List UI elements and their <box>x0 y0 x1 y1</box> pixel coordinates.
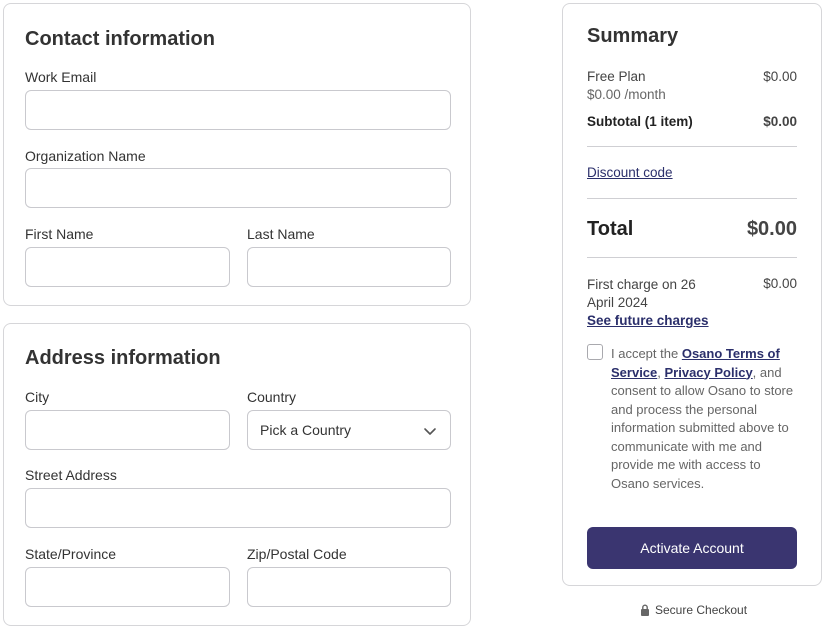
terms-checkbox[interactable] <box>587 344 603 360</box>
subtotal-label: Subtotal (1 item) <box>587 114 693 129</box>
terms-prefix: I accept the <box>611 346 682 361</box>
subtotal-value: $0.00 <box>763 114 797 129</box>
city-input[interactable] <box>25 410 230 450</box>
summary-title: Summary <box>587 25 679 47</box>
country-label: Country <box>247 389 297 405</box>
plan-name: Free Plan <box>587 69 646 84</box>
state-label: State/Province <box>25 546 117 562</box>
future-charges-row: See future charges <box>587 313 709 328</box>
last-name-label: Last Name <box>247 226 315 242</box>
zip-input[interactable] <box>247 567 451 607</box>
total-label: Total <box>587 218 634 240</box>
summary-card: Summary Free Plan $0.00 $0.00 /month Sub… <box>562 3 822 586</box>
plan-price: $0.00 <box>763 69 797 84</box>
privacy-policy-link[interactable]: Privacy Policy <box>665 365 753 380</box>
divider <box>587 198 797 199</box>
country-select-value: Pick a Country <box>260 422 352 438</box>
terms-suffix: , and consent to allow Osano to store an… <box>611 364 794 491</box>
discount-row: Discount code <box>587 165 673 180</box>
future-charges-link[interactable]: See future charges <box>587 313 709 328</box>
org-name-label: Organization Name <box>25 148 146 164</box>
contact-card: Contact information Work Email Organizat… <box>3 3 471 306</box>
chevron-down-icon <box>424 428 436 435</box>
terms-sep: , <box>657 364 665 380</box>
secure-checkout: Secure Checkout <box>640 603 747 617</box>
street-input[interactable] <box>25 488 451 528</box>
address-title: Address information <box>25 347 221 369</box>
zip-label: Zip/Postal Code <box>247 546 347 562</box>
street-label: Street Address <box>25 467 117 483</box>
discount-code-link[interactable]: Discount code <box>587 165 673 180</box>
work-email-input[interactable] <box>25 90 451 130</box>
org-name-input[interactable] <box>25 168 451 208</box>
work-email-label: Work Email <box>25 69 97 85</box>
terms-text: I accept the Osano Terms of Service, Pri… <box>611 345 795 493</box>
address-card: Address information City Country Pick a … <box>3 323 471 626</box>
first-charge-label: First charge on 26 April 2024 <box>587 277 696 310</box>
state-input[interactable] <box>25 567 230 607</box>
divider <box>587 257 797 258</box>
first-name-label: First Name <box>25 226 94 242</box>
activate-account-button[interactable]: Activate Account <box>587 527 797 569</box>
divider <box>587 146 797 147</box>
country-select[interactable]: Pick a Country <box>247 410 451 450</box>
total-value: $0.00 <box>746 218 797 240</box>
last-name-input[interactable] <box>247 247 451 287</box>
secure-checkout-label: Secure Checkout <box>655 603 748 617</box>
plan-rate: $0.00 /month <box>587 87 666 102</box>
contact-title: Contact information <box>25 28 215 50</box>
first-charge-value: $0.00 <box>763 276 797 291</box>
first-name-input[interactable] <box>25 247 230 287</box>
lock-icon <box>641 604 649 616</box>
city-label: City <box>25 389 50 405</box>
